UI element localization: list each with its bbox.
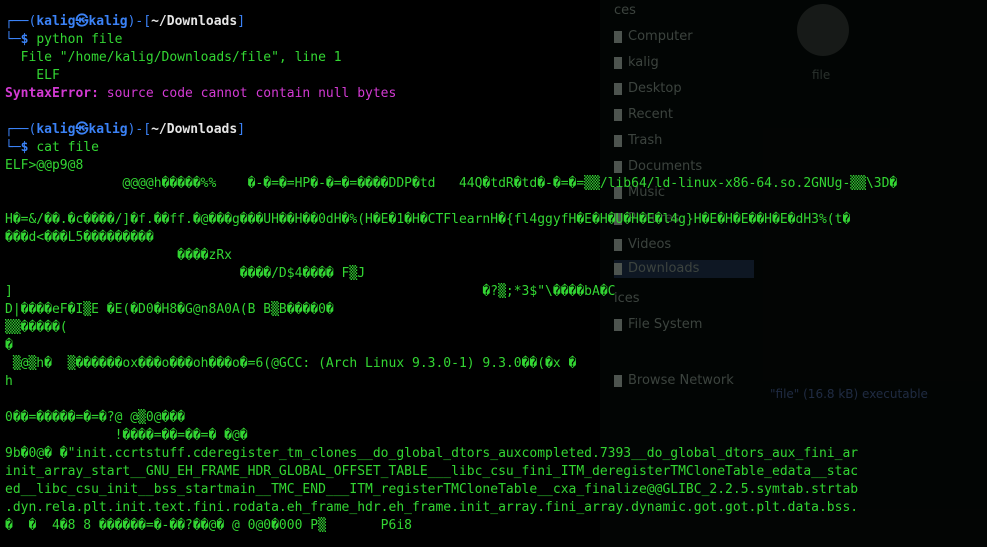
- terminal-window[interactable]: ┌──(kalig㉿kalig)-[~/Downloads] └─$ pytho…: [0, 0, 987, 547]
- prompt-host: kalig: [88, 122, 128, 137]
- output-line: .dyn.rela.plt.init.text.fini.rodata.eh_f…: [5, 500, 859, 515]
- output-line: init_array_start__GNU_EH_FRAME_HDR_GLOBA…: [5, 464, 859, 479]
- python-error-line: SyntaxError: source code cannot contain …: [5, 85, 987, 103]
- error-type: SyntaxError:: [5, 86, 99, 101]
- output-line: ����zRx: [5, 248, 232, 263]
- error-message: source code cannot contain null bytes: [98, 86, 397, 101]
- output-line: ���d<���L5���������: [5, 230, 154, 245]
- command-line: └─$ python file: [5, 32, 123, 47]
- output-line: h: [5, 374, 13, 389]
- error-file-text: File "/home/kalig/Downloads/file", line …: [5, 50, 342, 65]
- output-line: � � 4�8 8 ������=�-��?��@� @ 0@0�000 P▒ …: [5, 518, 412, 533]
- skull-icon: ㉿: [75, 122, 89, 137]
- output-line: ] �?▒;*3$"\����bA�C: [5, 284, 616, 299]
- prompt-line: ┌──(kalig㉿kalig)-[~/Downloads]: [5, 122, 246, 137]
- output-line: H�=&/��.�c����/]�f.��ff.�@���g���UH��H��…: [5, 212, 851, 227]
- output-line: !����=��=��=� �@�: [5, 428, 248, 443]
- output-line: ed__libc_csu_init__bss_startmain__TMC_EN…: [5, 482, 859, 497]
- output-line: ▒@▒h� ▒������ox���o���oh���o�=6(@GCC: (A…: [5, 356, 577, 371]
- output-line: 0��=�����=�=�?@ @▒0@���: [5, 410, 186, 425]
- output-line: D|����eF�I▒E �E(�D0�H8�G@n8A0A(B B▒B����…: [5, 302, 334, 317]
- prompt-user: kalig: [36, 14, 76, 29]
- skull-icon: ㉿: [75, 14, 89, 29]
- output-line: �: [5, 338, 13, 353]
- prompt-user: kalig: [36, 122, 76, 137]
- output-line: ▒▒�����(: [5, 320, 68, 335]
- python-error-file-line: File "/home/kalig/Downloads/file", line …: [5, 49, 987, 67]
- command-text: cat file: [36, 140, 99, 155]
- output-line: ����/D$4���� F▒J: [5, 266, 366, 281]
- prompt-path: ~/Downloads: [151, 122, 238, 137]
- output-line: 9b�0@� �"init.ccrtstuff.cderegister_tm_c…: [5, 446, 859, 461]
- command-text: python file: [36, 32, 123, 47]
- cat-output: ELF>@@p9@8 @@@@h�����%% �-�=�=HP�-�=�=��…: [5, 157, 987, 535]
- prompt-line: ┌──(kalig㉿kalig)-[~/Downloads]: [5, 14, 246, 29]
- prompt-path: ~/Downloads: [151, 14, 238, 29]
- output-line: ELF>@@p9@8: [5, 158, 84, 173]
- output-line: @@@@h�����%% �-�=�=HP�-�=�=����DDP�td 44…: [5, 176, 898, 191]
- error-source-text: ELF: [5, 68, 60, 83]
- prompt-host: kalig: [88, 14, 128, 29]
- command-line: └─$ cat file: [5, 140, 99, 155]
- python-error-source-line: ELF: [5, 67, 987, 85]
